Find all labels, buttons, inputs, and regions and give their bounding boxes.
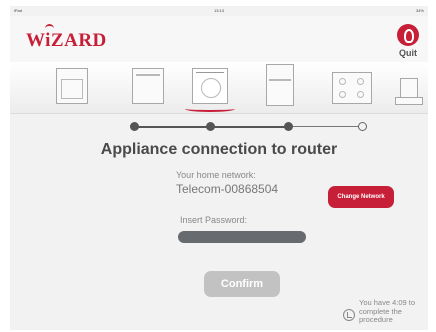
password-caption: Insert Password: — [180, 215, 248, 225]
fridge-icon[interactable] — [266, 64, 294, 106]
quit-label: Quit — [399, 48, 417, 58]
oven-icon[interactable] — [56, 68, 88, 104]
hood-icon[interactable] — [395, 78, 423, 105]
clock: 13:13 — [213, 8, 225, 13]
battery-label: 34% — [415, 8, 424, 13]
step-3-dot — [284, 122, 293, 131]
timer-icon — [343, 309, 355, 321]
washing-machine-icon[interactable] — [192, 68, 228, 104]
progress-stepper — [130, 122, 370, 132]
password-field[interactable] — [178, 231, 306, 243]
network-name: Telecom-00868504 — [176, 182, 279, 196]
carrier-label: iPad — [14, 8, 23, 13]
wizard-logo: WiZARD — [26, 30, 107, 51]
header: WiZARD Quit — [10, 16, 428, 62]
status-bar: iPad 13:13 34% — [10, 6, 428, 16]
step-4-dot — [358, 122, 367, 131]
quit-button[interactable]: Quit — [394, 24, 422, 64]
selected-indicator — [185, 106, 235, 112]
hob-icon[interactable] — [332, 72, 372, 104]
network-caption: Your home network: — [176, 170, 256, 180]
confirm-button[interactable]: Confirm — [204, 271, 280, 297]
timer-notice: You have 4:09 to complete the procedure — [343, 298, 427, 329]
dishwasher-icon[interactable] — [132, 68, 164, 104]
timer-text: You have 4:09 to complete the procedure — [359, 298, 416, 324]
stepper-line-todo — [290, 126, 362, 127]
change-network-button[interactable]: Change Network — [328, 186, 394, 208]
step-2-dot — [206, 122, 215, 131]
brand-icon — [397, 24, 419, 46]
appliance-bar — [10, 62, 428, 114]
app-window: iPad 13:13 34% WiZARD Quit Appliance con… — [10, 6, 428, 330]
page-title: Appliance connection to router — [100, 141, 338, 158]
step-1-dot — [130, 122, 139, 131]
